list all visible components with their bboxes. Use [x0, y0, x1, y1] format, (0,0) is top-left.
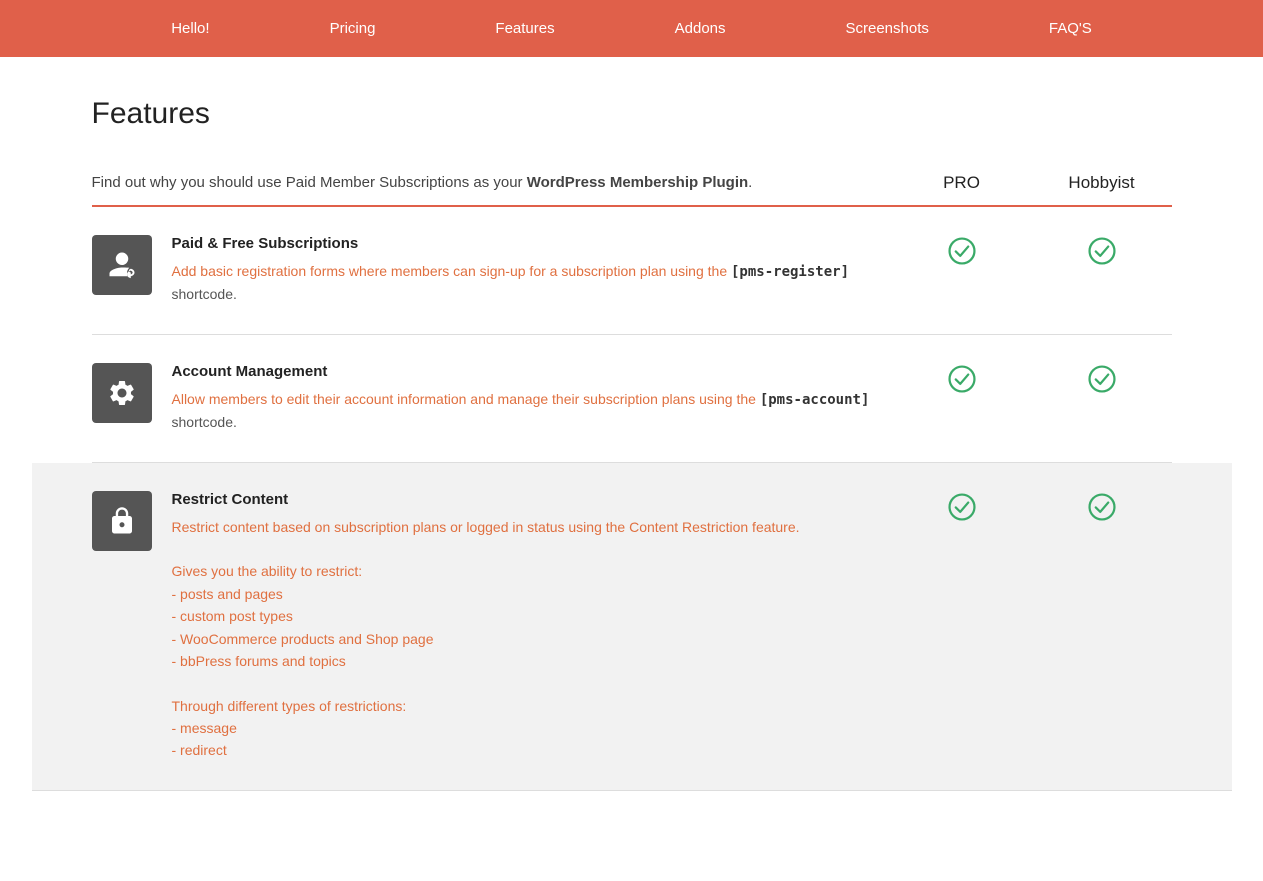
restrict-content-checks — [892, 491, 1172, 523]
feature-row-paid-free-subscriptions: Paid & Free Subscriptions Add basic regi… — [92, 207, 1172, 335]
feature-row-account-management: Account Management Allow members to edit… — [92, 335, 1172, 463]
check-icon — [1086, 235, 1118, 267]
paid-free-subscriptions-content: Paid & Free Subscriptions Add basic regi… — [172, 235, 892, 306]
features-list: Paid & Free Subscriptions Add basic regi… — [92, 207, 1172, 791]
account-management-content: Account Management Allow members to edit… — [172, 363, 892, 434]
intro-row: Find out why you should use Paid Member … — [92, 171, 1172, 195]
restrict-content-desc: Restrict content based on subscription p… — [172, 516, 892, 762]
paid-free-subscriptions-title: Paid & Free Subscriptions — [172, 235, 892, 252]
col-headers: PRO Hobbyist — [892, 173, 1172, 193]
account-management-icon — [92, 363, 152, 423]
nav-item-pricing[interactable]: Pricing — [270, 0, 436, 57]
paid-free-subscriptions-hobbyist-check — [1037, 235, 1167, 267]
paid-free-subscriptions-pro-check — [897, 235, 1027, 267]
paid-free-subscriptions-desc: Add basic registration forms where membe… — [172, 260, 892, 306]
check-icon — [1086, 491, 1118, 523]
restrict-content-icon — [92, 491, 152, 551]
paid-free-subscriptions-icon — [92, 235, 152, 295]
account-management-hobbyist-check — [1037, 363, 1167, 395]
account-management-checks — [892, 363, 1172, 395]
restrict-content-pro-check — [897, 491, 1027, 523]
nav-item-addons[interactable]: Addons — [615, 0, 786, 57]
check-icon — [946, 491, 978, 523]
intro-text: Find out why you should use Paid Member … — [92, 171, 892, 195]
main-nav: Hello!PricingFeaturesAddonsScreenshotsFA… — [0, 0, 1263, 57]
account-management-desc: Allow members to edit their account info… — [172, 388, 892, 434]
nav-item-faq-s[interactable]: FAQ'S — [989, 0, 1152, 57]
pro-column-header: PRO — [897, 173, 1027, 193]
nav-item-hello-[interactable]: Hello! — [111, 0, 269, 57]
nav-item-features[interactable]: Features — [435, 0, 614, 57]
check-icon — [946, 235, 978, 267]
check-icon — [946, 363, 978, 395]
feature-row-restrict-content: Restrict Content Restrict content based … — [32, 463, 1232, 791]
restrict-content-title: Restrict Content — [172, 491, 892, 508]
nav-item-screenshots[interactable]: Screenshots — [786, 0, 989, 57]
check-icon — [1086, 363, 1118, 395]
page-wrap: Features Find out why you should use Pai… — [32, 57, 1232, 791]
restrict-content-content: Restrict Content Restrict content based … — [172, 491, 892, 762]
hobbyist-column-header: Hobbyist — [1037, 173, 1167, 193]
account-management-title: Account Management — [172, 363, 892, 380]
page-title: Features — [92, 97, 1172, 131]
paid-free-subscriptions-checks — [892, 235, 1172, 267]
account-management-pro-check — [897, 363, 1027, 395]
restrict-content-hobbyist-check — [1037, 491, 1167, 523]
